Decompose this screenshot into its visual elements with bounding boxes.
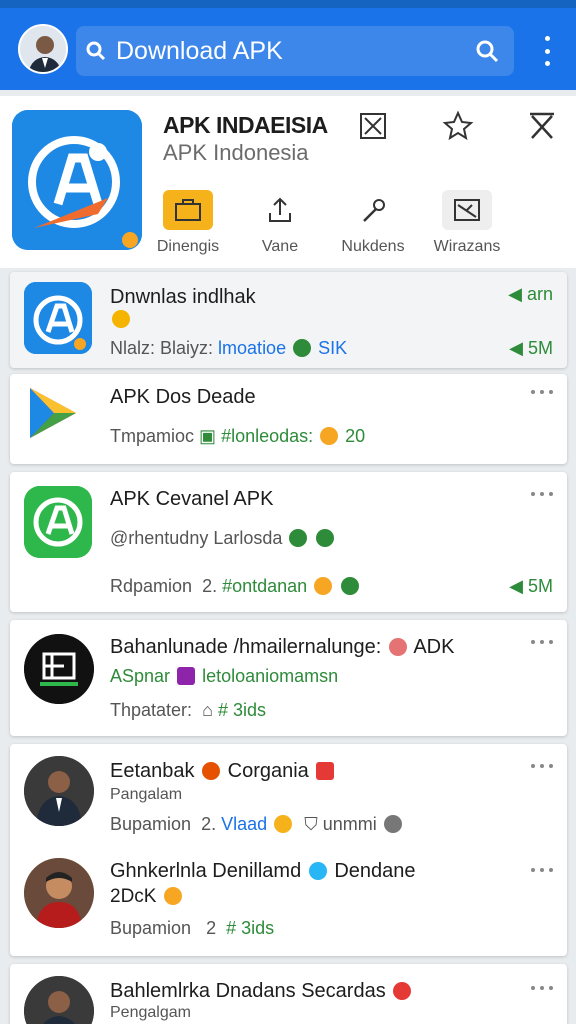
list-item[interactable]: Dnwnlas indlhak Nlalz: Blaiyz: lmoatioe … — [10, 272, 567, 368]
emoji-icon — [112, 310, 130, 328]
item-stat-top: ◀ arn — [508, 284, 553, 304]
list-item[interactable]: APK Dos Deade Tmpamioc ▣ #lonleodas: 20 — [10, 374, 567, 464]
item-title: APK Cevanel APK — [110, 488, 274, 510]
emoji-icon — [316, 762, 335, 780]
item-title: APK Dos Deade — [110, 386, 256, 408]
briefcase-icon — [163, 190, 213, 230]
item-title: Ghnkerlnla Denillamd Dendane — [110, 860, 416, 882]
item-sub: Pangalam — [110, 786, 183, 803]
item-meta: Thpatater: ⌂ # 3ids — [110, 700, 266, 720]
more-icon[interactable] — [531, 762, 553, 770]
arrow-icon: ◀ — [509, 576, 528, 596]
search-input[interactable]: Download APK — [116, 37, 460, 66]
verified-icon — [308, 862, 327, 880]
heart-icon — [383, 815, 402, 833]
item-sub: Pengalgam — [110, 1004, 191, 1021]
more-vert-icon[interactable] — [535, 36, 559, 66]
avatar[interactable] — [24, 976, 94, 1024]
item-meta: Bupamion 2. Vlaad ⛉ unmmi — [110, 814, 404, 835]
list-item[interactable]: Bahanlunade /hmailernalunge: ADK ASpnar … — [10, 620, 567, 736]
image-icon — [442, 190, 492, 230]
list-item[interactable]: APK Cevanel APK @rhentudny Larlosda Rdpa… — [10, 472, 567, 612]
emoji-icon — [388, 638, 407, 656]
app-icon — [24, 282, 92, 354]
action-wirazans[interactable]: Wirazans — [412, 190, 522, 256]
emoji-icon — [163, 887, 182, 905]
item-meta: Nlalz: Blaiyz: lmoatioe SIK — [110, 338, 348, 358]
check-icon — [316, 529, 335, 547]
item-title: Bahlemlrka Dnadans Secardas — [110, 980, 413, 1003]
app-subtitle: APK Indonesia — [163, 140, 309, 165]
more-icon[interactable] — [531, 388, 553, 396]
item-sub: @rhentudny Larlosda — [110, 528, 336, 549]
search-bar[interactable]: Download APK — [76, 26, 514, 76]
item-title: Dnwnlas indlhak — [110, 286, 256, 308]
list-group: Eetanbak Corgania Pangalam Bupamion 2. V… — [10, 744, 567, 956]
search-icon[interactable] — [460, 38, 514, 64]
item-sub: 2DcK — [110, 886, 184, 908]
user-avatar[interactable] — [18, 24, 68, 74]
status-bar — [0, 0, 576, 8]
check-icon — [289, 529, 308, 547]
top-app-bar: Download APK — [0, 0, 576, 90]
emoji-icon — [202, 762, 221, 780]
grid-icon: ▣ — [199, 426, 217, 446]
wrench-icon — [348, 190, 398, 230]
close-box-icon[interactable] — [357, 110, 389, 142]
arrow-icon: ◀ — [508, 284, 527, 304]
app-icon — [24, 486, 92, 558]
check-icon — [293, 339, 312, 357]
avatar[interactable] — [24, 756, 94, 826]
item-stat: ◀ 5M — [509, 576, 553, 596]
app-title: APK INDAEISIA — [163, 112, 328, 138]
play-store-icon — [24, 384, 82, 442]
more-icon[interactable] — [531, 490, 553, 498]
item-stat: ◀ 5M — [509, 338, 553, 358]
emoji-icon — [274, 815, 293, 833]
app-logo — [24, 634, 94, 704]
item-meta: Tmpamioc ▣ #lonleodas: 20 — [110, 426, 366, 446]
more-icon[interactable] — [531, 638, 553, 646]
arrow-icon: ◀ — [509, 338, 528, 358]
item-title: Bahanlunade /hmailernalunge: ADK — [110, 636, 455, 658]
action-label: Wirazans — [433, 238, 501, 255]
home-icon: ⌂ — [202, 700, 213, 720]
emoji-icon — [314, 577, 333, 595]
app-logo — [12, 110, 142, 250]
app-header-card: APK INDAEISIA APK Indonesia Dinengis Van… — [0, 96, 576, 315]
share-icon — [255, 190, 305, 230]
item-title: Eetanbak Corgania — [110, 760, 336, 783]
item-sub: ASpnar letoloaniomamsn — [110, 666, 339, 686]
emoji-icon — [393, 982, 412, 1000]
list-item[interactable]: Bahlemlrka Dnadans Secardas Pengalgam — [10, 964, 567, 1024]
avatar[interactable] — [24, 858, 94, 928]
more-icon[interactable] — [531, 984, 553, 992]
more-icon[interactable] — [531, 866, 553, 874]
item-meta: Bupamion 2 # 3ids — [110, 918, 275, 938]
tag-icon: ⛉ — [304, 814, 318, 834]
emoji-icon — [320, 427, 339, 445]
item-meta: Rdpamion 2. #ontdanan — [110, 576, 361, 597]
star-icon[interactable] — [442, 110, 474, 142]
close-icon[interactable] — [526, 110, 558, 142]
emoji-icon — [177, 667, 196, 685]
search-icon — [76, 40, 116, 62]
check-icon — [341, 577, 360, 595]
